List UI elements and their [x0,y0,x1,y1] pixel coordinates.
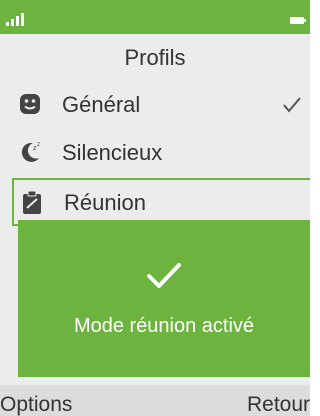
softkey-bar: Options Retour [0,385,310,416]
smiley-icon [20,94,40,114]
profile-item-silent[interactable]: z z Silencieux [0,128,310,176]
clipboard-icon [23,190,41,214]
battery-tip [304,19,306,22]
back-softkey[interactable]: Retour [247,385,310,416]
check-icon [283,97,301,113]
profile-item-meeting[interactable]: Réunion [12,178,310,226]
phone-screen: Profils Général z z Silencieux Réunion M… [0,0,310,416]
battery-icon [290,17,304,24]
signal-icon [6,13,24,26]
page-title: Profils [124,45,186,70]
profile-label: Général [62,92,141,117]
profile-item-general[interactable]: Général [0,80,310,128]
confirmation-dialog: Mode réunion activé [18,220,310,377]
check-icon [147,263,181,288]
svg-text:z: z [37,142,40,148]
profile-label: Réunion [64,190,146,215]
status-bar [0,0,310,34]
options-softkey[interactable]: Options [0,385,72,416]
moon-icon: z z [21,142,40,162]
dialog-message: Mode réunion activé [73,315,255,337]
profile-label: Silencieux [62,140,163,165]
